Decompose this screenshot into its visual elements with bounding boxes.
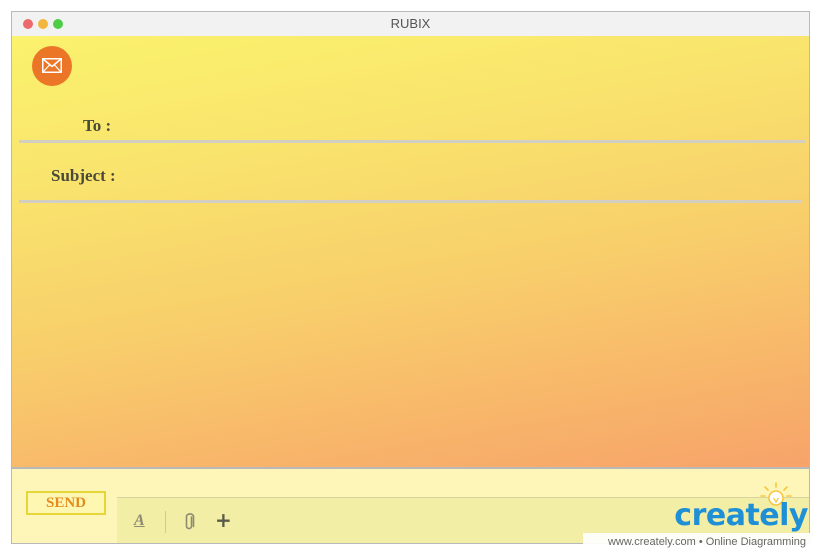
text-format-icon[interactable]: A (134, 512, 145, 530)
title-bar: RUBIX (12, 12, 809, 37)
watermark-caption: www.creately.com • Online Diagramming (583, 533, 818, 551)
plus-icon[interactable]: + (215, 508, 232, 532)
compose-area: To : Subject : (12, 36, 809, 467)
toolbar-divider (165, 511, 166, 533)
send-button[interactable]: SEND (26, 491, 106, 515)
to-field[interactable] (19, 140, 805, 143)
paperclip-icon[interactable] (183, 512, 195, 537)
envelope-icon (32, 46, 72, 86)
to-label: To : (83, 116, 112, 135)
subject-field[interactable] (19, 200, 801, 203)
subject-label: Subject : (51, 166, 116, 185)
creately-watermark: creately www.creately.com • Online Diagr… (583, 482, 818, 552)
creately-logo: creately (674, 498, 808, 533)
window-title: RUBIX (390, 16, 431, 31)
app-window: RUBIX To : Subject : SEND A + (11, 11, 810, 544)
